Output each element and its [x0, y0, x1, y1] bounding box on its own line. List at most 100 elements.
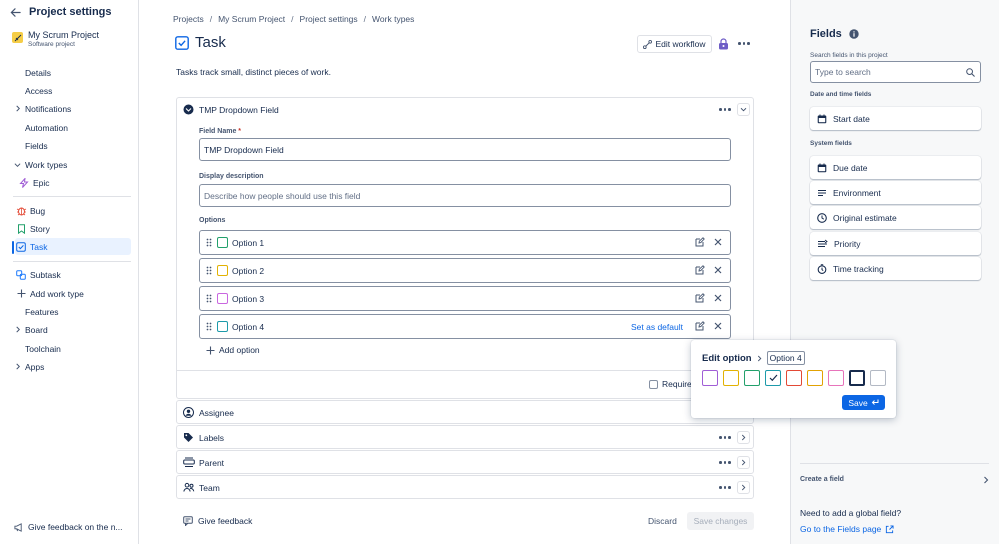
color-swatch-yellow[interactable] — [723, 370, 739, 386]
sidebar-item-bug[interactable]: Bug — [15, 202, 133, 219]
breadcrumb-work-types[interactable]: Work types — [372, 14, 414, 24]
set-as-default-link[interactable]: Set as default — [631, 322, 683, 332]
sidebar-item-notifications[interactable]: Notifications — [13, 100, 131, 117]
give-feedback-label: Give feedback — [198, 516, 253, 526]
option-row[interactable]: Option 4 Set as default — [199, 314, 731, 339]
sidebar-item-apps[interactable]: Apps — [13, 358, 131, 375]
color-swatch-teal[interactable] — [765, 370, 781, 386]
give-feedback-button[interactable]: Give feedback — [183, 516, 252, 526]
chevron-right-icon — [757, 355, 762, 362]
option-color-swatch[interactable] — [217, 237, 228, 248]
collapse-chevron-icon[interactable] — [737, 103, 750, 116]
field-priority[interactable]: Priority — [810, 232, 981, 255]
display-description-input[interactable]: Describe how people should use this fiel… — [199, 184, 731, 207]
sidebar-item-label: Automation — [25, 122, 68, 133]
field-row-parent[interactable]: Parent — [176, 450, 754, 474]
sidebar-item-work-types[interactable]: Work types — [13, 156, 131, 173]
field-label: Priority — [834, 238, 861, 249]
breadcrumb-projects[interactable]: Projects — [173, 14, 204, 24]
back-arrow-icon[interactable] — [10, 7, 21, 18]
breadcrumb-settings[interactable]: Project settings — [300, 14, 358, 24]
color-swatch-gray[interactable] — [870, 370, 886, 386]
edit-workflow-button[interactable]: Edit workflow — [637, 35, 712, 53]
checkbox-icon[interactable] — [649, 379, 658, 389]
create-field-button[interactable]: Create a field — [800, 476, 989, 484]
sidebar-item-add-work-type[interactable]: Add work type — [15, 285, 133, 302]
discard-button[interactable]: Discard — [648, 516, 677, 526]
add-option-button[interactable]: Add option — [206, 345, 260, 355]
chevron-right-icon[interactable] — [737, 431, 750, 444]
color-swatch-orange[interactable] — [807, 370, 823, 386]
sidebar-item-access[interactable]: Access — [13, 82, 131, 99]
epic-icon — [18, 177, 30, 188]
field-name-input[interactable]: TMP Dropdown Field — [199, 138, 731, 161]
chevron-right-icon[interactable] — [737, 481, 750, 494]
option-color-swatch[interactable] — [217, 265, 228, 276]
color-swatch-purple[interactable] — [702, 370, 718, 386]
field-row-labels[interactable]: Labels — [176, 425, 754, 449]
sidebar-item-epic[interactable]: Epic — [18, 174, 136, 191]
chevron-right-icon — [13, 105, 22, 112]
sidebar-feedback-button[interactable]: Give feedback on the n... — [14, 522, 123, 532]
sidebar-item-fields[interactable]: Fields — [13, 137, 131, 154]
remove-icon[interactable] — [713, 293, 723, 303]
option-label: Option 1 — [232, 238, 265, 248]
save-changes-button[interactable]: Save changes — [687, 512, 754, 530]
more-icon[interactable] — [719, 108, 731, 111]
sidebar-item-features[interactable]: Features — [13, 303, 131, 320]
chevron-right-icon[interactable] — [737, 456, 750, 469]
option-color-swatch[interactable] — [217, 321, 228, 332]
edit-icon[interactable] — [695, 237, 705, 247]
sidebar-item-story[interactable]: Story — [15, 220, 133, 237]
more-icon[interactable] — [719, 486, 731, 489]
more-actions-icon[interactable] — [738, 42, 750, 45]
option-label: Option 3 — [232, 294, 265, 304]
option-color-swatch[interactable] — [217, 293, 228, 304]
edit-icon[interactable] — [695, 265, 705, 275]
color-swatch-dark[interactable] — [849, 370, 865, 386]
sidebar-item-subtask[interactable]: Subtask — [15, 266, 133, 283]
color-swatch-pink[interactable] — [828, 370, 844, 386]
remove-icon[interactable] — [713, 321, 723, 331]
field-original-estimate[interactable]: Original estimate — [810, 206, 981, 229]
search-input[interactable]: Type to search — [810, 61, 981, 83]
go-to-fields-link[interactable]: Go to the Fields page — [800, 524, 894, 534]
option-row[interactable]: Option 3 — [199, 286, 731, 311]
remove-icon[interactable] — [713, 237, 723, 247]
sidebar-item-automation[interactable]: Automation — [13, 119, 131, 136]
field-start-date[interactable]: Start date — [810, 107, 981, 130]
bug-icon — [15, 206, 27, 216]
sidebar-item-task[interactable]: Task — [15, 238, 131, 255]
field-environment[interactable]: Environment — [810, 181, 981, 204]
more-icon[interactable] — [719, 461, 731, 464]
feedback-icon — [183, 516, 193, 526]
option-name-chip[interactable]: Option 4 — [766, 351, 805, 365]
field-card-header[interactable]: TMP Dropdown Field — [177, 98, 753, 122]
drag-handle-icon[interactable] — [206, 294, 212, 303]
field-row-team[interactable]: Team — [176, 475, 754, 499]
info-icon[interactable] — [849, 29, 859, 39]
lock-icon[interactable] — [718, 38, 729, 50]
more-icon[interactable] — [719, 436, 731, 439]
edit-option-popup: Edit option Option 4 Save — [691, 340, 896, 418]
drag-handle-icon[interactable] — [206, 238, 212, 247]
drag-handle-icon[interactable] — [206, 266, 212, 275]
sidebar-item-board[interactable]: Board — [13, 321, 131, 338]
field-time-tracking[interactable]: Time tracking — [810, 257, 981, 280]
required-checkbox[interactable]: Require — [649, 379, 692, 389]
save-button[interactable]: Save — [842, 395, 885, 410]
breadcrumb-project[interactable]: My Scrum Project — [218, 14, 285, 24]
active-indicator — [12, 241, 14, 254]
field-due-date[interactable]: Due date — [810, 156, 981, 179]
sidebar-item-toolchain[interactable]: Toolchain — [13, 340, 131, 357]
edit-icon[interactable] — [695, 321, 705, 331]
option-row[interactable]: Option 1 — [199, 230, 731, 255]
sidebar-item-details[interactable]: Details — [13, 64, 131, 81]
remove-icon[interactable] — [713, 265, 723, 275]
field-row-assignee[interactable]: Assignee — [176, 400, 754, 424]
color-swatch-red[interactable] — [786, 370, 802, 386]
edit-icon[interactable] — [695, 293, 705, 303]
option-row[interactable]: Option 2 — [199, 258, 731, 283]
drag-handle-icon[interactable] — [206, 322, 212, 331]
color-swatch-green[interactable] — [744, 370, 760, 386]
